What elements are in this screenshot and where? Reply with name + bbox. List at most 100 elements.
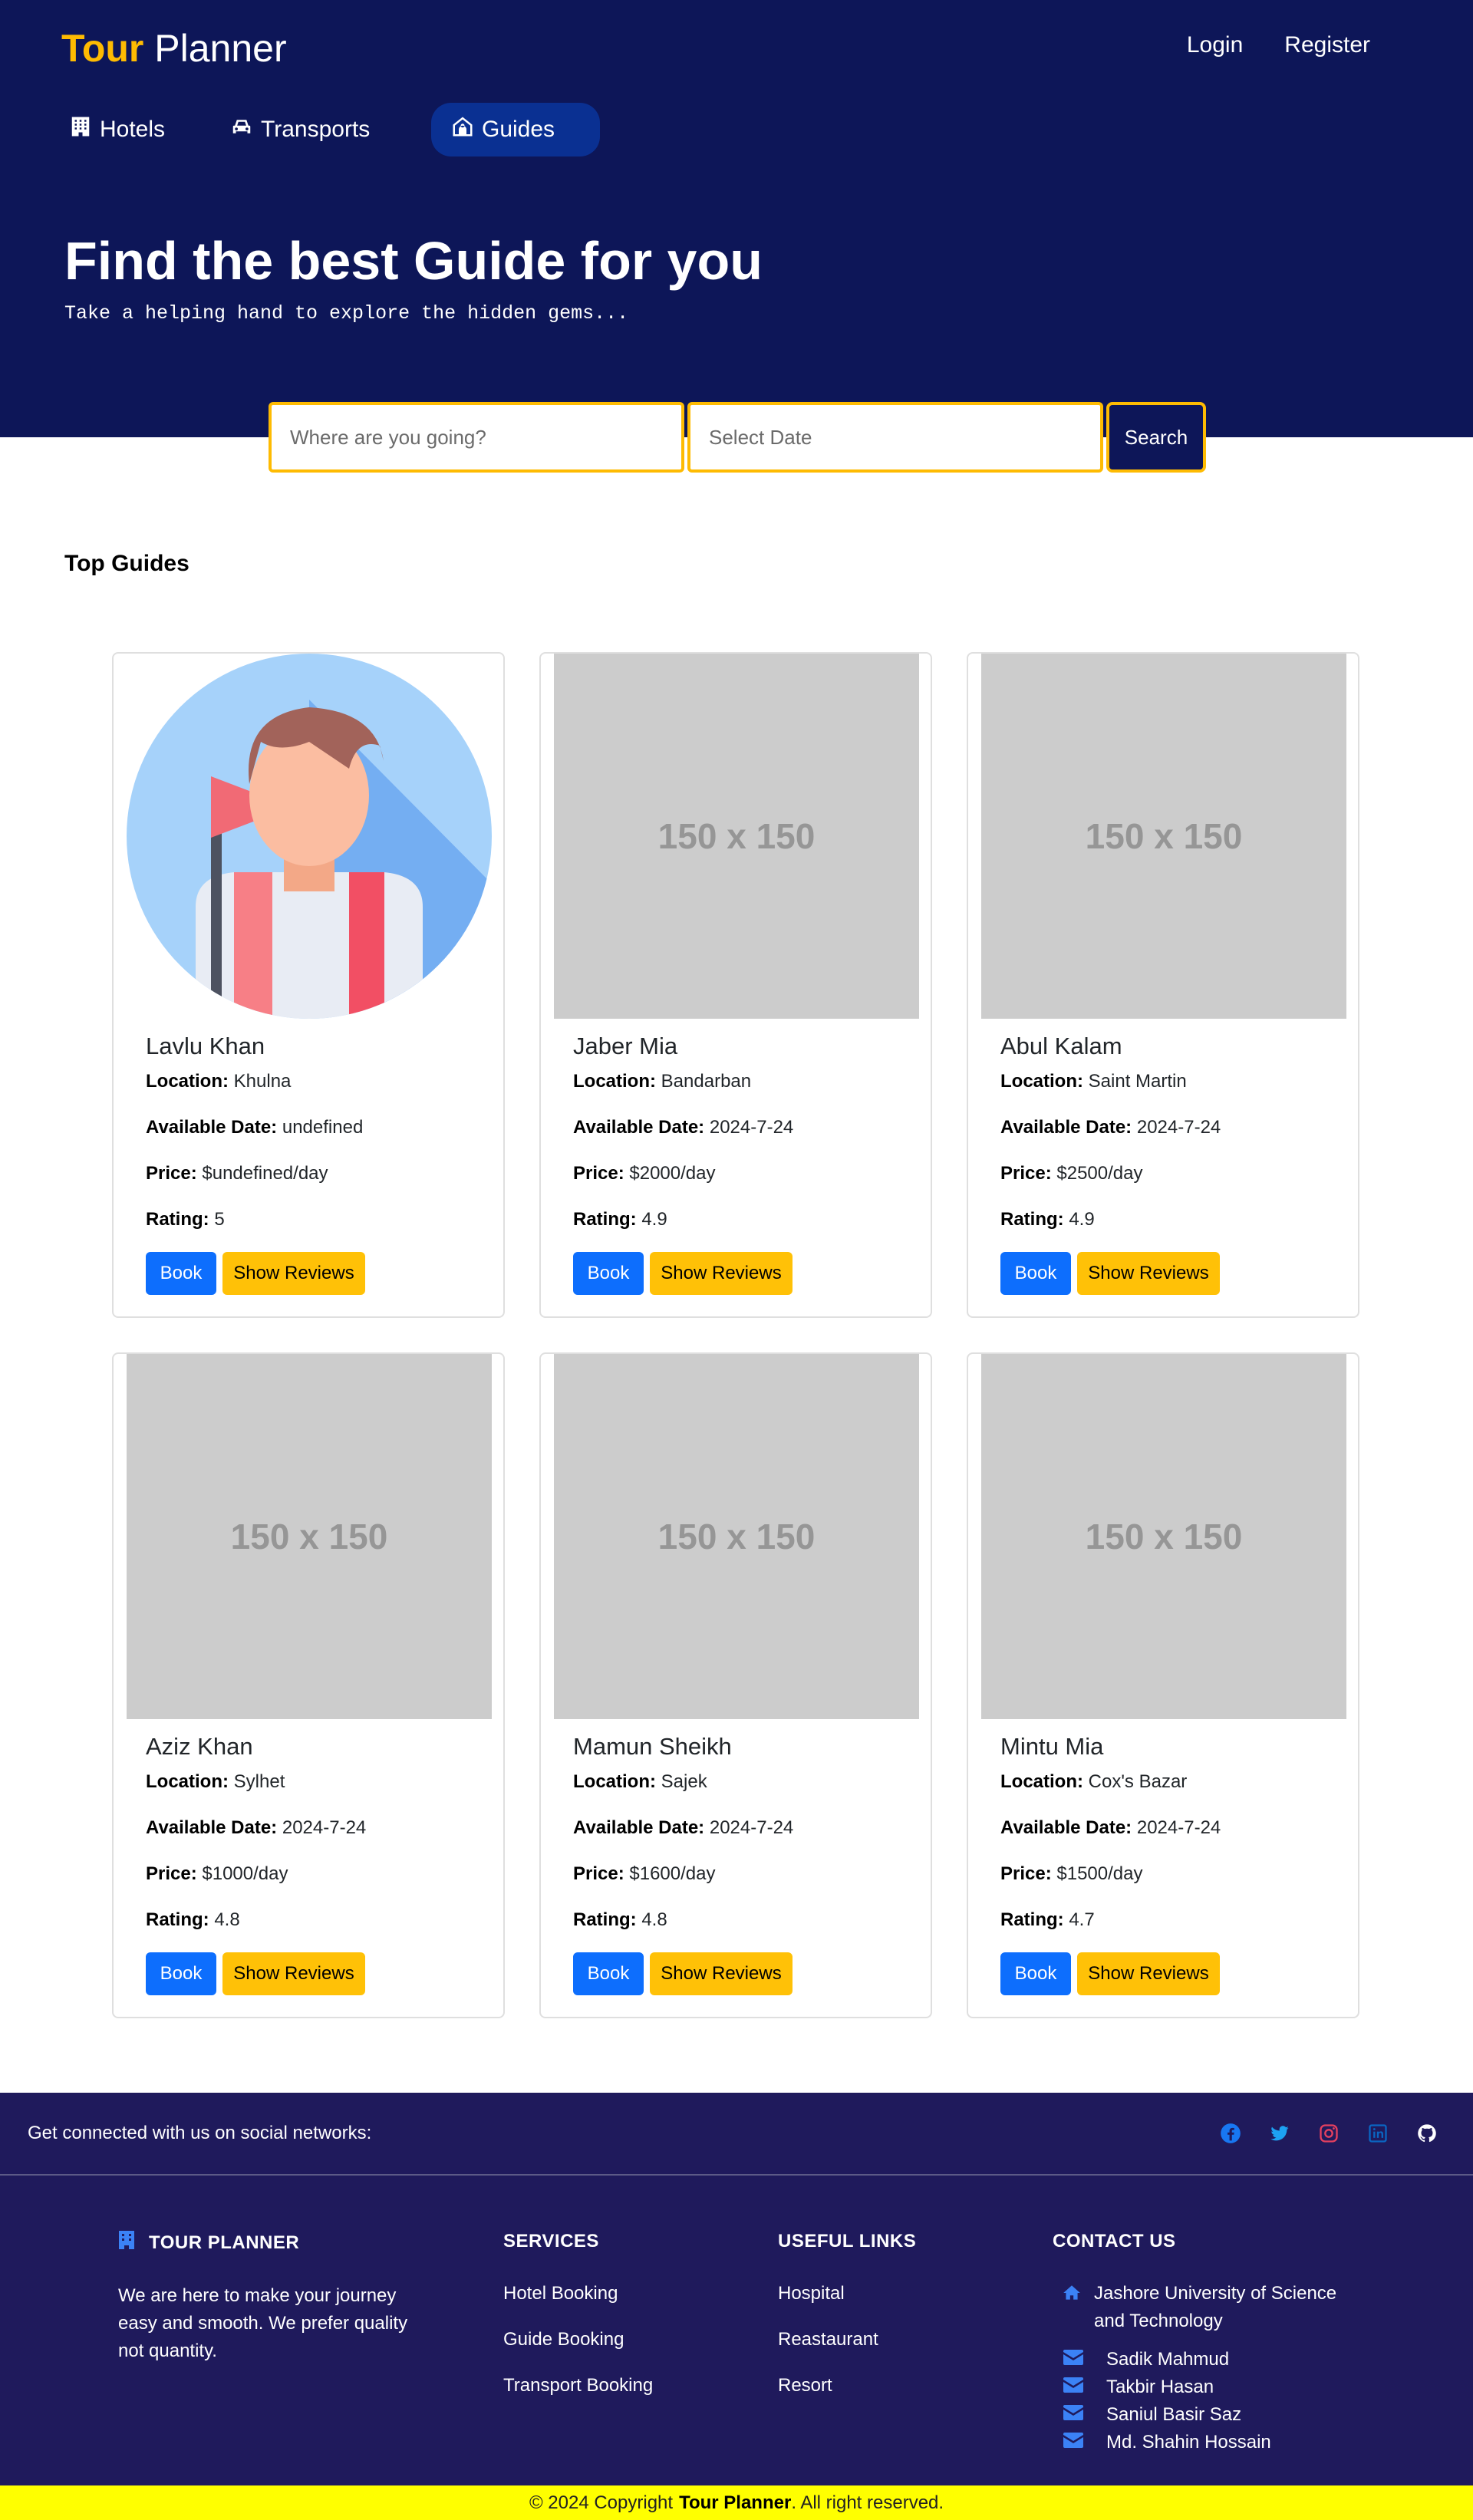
footer-brand-name: TOUR PLANNER xyxy=(149,2232,300,2253)
instagram-icon[interactable] xyxy=(1318,2123,1340,2144)
search-bar: Search xyxy=(269,402,1206,473)
guide-location: Location: Cox's Bazar xyxy=(1000,1771,1343,1817)
guide-location: Location: Sylhet xyxy=(146,1771,488,1817)
card-actions: Book Show Reviews xyxy=(573,1952,915,1995)
footer-services-title: SERVICES xyxy=(503,2231,599,2252)
guide-name: Mintu Mia xyxy=(1000,1733,1104,1760)
facebook-icon[interactable] xyxy=(1220,2123,1241,2144)
brand-logo[interactable]: Tour Planner xyxy=(61,26,287,71)
login-link[interactable]: Login xyxy=(1187,32,1243,58)
show-reviews-button[interactable]: Show Reviews xyxy=(222,1952,365,1995)
guide-date: Available Date: undefined xyxy=(146,1117,488,1163)
book-button[interactable]: Book xyxy=(146,1952,216,1995)
rating-value: 4.9 xyxy=(641,1209,667,1230)
guide-rating: Rating: 4.8 xyxy=(146,1909,488,1955)
date-label: Available Date: xyxy=(1000,1817,1132,1838)
rating-label: Rating: xyxy=(146,1209,209,1230)
footer-links: USEFUL LINKS Hospital Reastaurant Resort xyxy=(778,2231,1008,2418)
book-button[interactable]: Book xyxy=(573,1252,644,1295)
section-title: Top Guides xyxy=(64,551,189,576)
guide-rating: Rating: 4.9 xyxy=(1000,1209,1343,1255)
show-reviews-button[interactable]: Show Reviews xyxy=(650,1252,793,1295)
copyright-prefix: © 2024 Copyright xyxy=(529,2492,674,2513)
tab-transports[interactable]: Transports xyxy=(222,103,407,156)
guide-location: Location: Saint Martin xyxy=(1000,1071,1343,1117)
hero-title: Find the best Guide for you xyxy=(64,231,763,291)
search-button[interactable]: Search xyxy=(1106,402,1206,473)
guide-card: 150 x 150 Aziz Khan Location: Sylhet Ava… xyxy=(112,1352,505,2018)
guide-price: Price: $1600/day xyxy=(573,1863,915,1909)
footer-contact: CONTACT US Jashore University of Science… xyxy=(1053,2231,1359,2456)
show-reviews-button[interactable]: Show Reviews xyxy=(650,1952,793,1995)
price-value: $undefined/day xyxy=(202,1163,328,1184)
footer-about: TOUR PLANNER We are here to make your jo… xyxy=(118,2231,425,2365)
date-label: Available Date: xyxy=(573,1817,705,1838)
contact-person: Takbir Hasan xyxy=(1063,2373,1359,2401)
guide-card: 150 x 150 Jaber Mia Location: Bandarban … xyxy=(539,652,932,1318)
footer-useful-link[interactable]: Resort xyxy=(778,2372,1008,2400)
social-icons xyxy=(1220,2123,1438,2144)
location-value: Cox's Bazar xyxy=(1088,1771,1188,1792)
rating-label: Rating: xyxy=(1000,1909,1064,1930)
envelope-icon xyxy=(1063,2404,1083,2426)
hotel-icon xyxy=(69,115,92,144)
tab-hotels[interactable]: Hotels xyxy=(61,103,215,156)
footer-useful-link[interactable]: Reastaurant xyxy=(778,2326,1008,2354)
card-actions: Book Show Reviews xyxy=(146,1952,488,1995)
price-label: Price: xyxy=(573,1863,624,1884)
show-reviews-button[interactable]: Show Reviews xyxy=(1077,1952,1220,1995)
price-value: $1500/day xyxy=(1056,1863,1143,1884)
price-value: $2000/day xyxy=(629,1163,716,1184)
linkedin-icon[interactable] xyxy=(1367,2123,1389,2144)
contact-person-name: Takbir Hasan xyxy=(1106,2377,1214,2397)
contact-person-name: Saniul Basir Saz xyxy=(1106,2404,1242,2425)
date-input[interactable] xyxy=(687,402,1103,473)
book-button[interactable]: Book xyxy=(146,1252,216,1295)
guide-rating: Rating: 4.8 xyxy=(573,1909,915,1955)
show-reviews-button[interactable]: Show Reviews xyxy=(1077,1252,1220,1295)
destination-input[interactable] xyxy=(269,402,684,473)
github-icon[interactable] xyxy=(1416,2123,1438,2144)
footer-service-link[interactable]: Hotel Booking xyxy=(503,2280,733,2308)
book-button[interactable]: Book xyxy=(573,1952,644,1995)
contact-address-text: Jashore University of Science and Techno… xyxy=(1094,2283,1337,2331)
location-label: Location: xyxy=(146,1071,229,1092)
guide-location: Location: Sajek xyxy=(573,1771,915,1817)
contact-person: Md. Shahin Hossain xyxy=(1063,2429,1359,2456)
rating-label: Rating: xyxy=(573,1909,637,1930)
location-label: Location: xyxy=(1000,1071,1083,1092)
footer-useful-link[interactable]: Hospital xyxy=(778,2280,1008,2308)
guide-price: Price: $2500/day xyxy=(1000,1163,1343,1209)
contact-address: Jashore University of Science and Techno… xyxy=(1062,2280,1359,2335)
location-label: Location: xyxy=(1000,1771,1083,1792)
price-value: $2500/day xyxy=(1056,1163,1143,1184)
guide-price: Price: $undefined/day xyxy=(146,1163,488,1209)
footer-service-link[interactable]: Guide Booking xyxy=(503,2326,733,2354)
guide-price: Price: $2000/day xyxy=(573,1163,915,1209)
guide-icon xyxy=(451,115,474,144)
price-label: Price: xyxy=(146,1163,197,1184)
book-button[interactable]: Book xyxy=(1000,1252,1071,1295)
footer-about-text: We are here to make your journey easy an… xyxy=(118,2285,408,2361)
rating-value: 4.7 xyxy=(1069,1909,1095,1930)
guide-name: Aziz Khan xyxy=(146,1733,253,1760)
twitter-icon[interactable] xyxy=(1269,2123,1290,2144)
contact-person-name: Md. Shahin Hossain xyxy=(1106,2432,1271,2452)
date-value: 2024-7-24 xyxy=(1136,1117,1221,1138)
date-value: 2024-7-24 xyxy=(282,1817,367,1838)
copyright-bar: © 2024 Copyright Tour Planner . All righ… xyxy=(0,2485,1473,2520)
register-link[interactable]: Register xyxy=(1284,32,1370,58)
header: Tour Planner Login Register Hotels Trans… xyxy=(0,0,1473,437)
guide-card: 150 x 150 Mintu Mia Location: Cox's Baza… xyxy=(967,1352,1359,2018)
guide-image-placeholder: 150 x 150 xyxy=(981,1354,1346,1719)
rating-value: 4.9 xyxy=(1069,1209,1095,1230)
show-reviews-button[interactable]: Show Reviews xyxy=(222,1252,365,1295)
guide-name: Abul Kalam xyxy=(1000,1033,1122,1059)
date-value: 2024-7-24 xyxy=(709,1817,794,1838)
location-value: Saint Martin xyxy=(1088,1071,1187,1092)
footer-service-link[interactable]: Transport Booking xyxy=(503,2372,733,2400)
card-actions: Book Show Reviews xyxy=(1000,1252,1343,1295)
location-value: Sajek xyxy=(661,1771,707,1792)
tab-guides[interactable]: Guides xyxy=(431,103,600,156)
book-button[interactable]: Book xyxy=(1000,1952,1071,1995)
